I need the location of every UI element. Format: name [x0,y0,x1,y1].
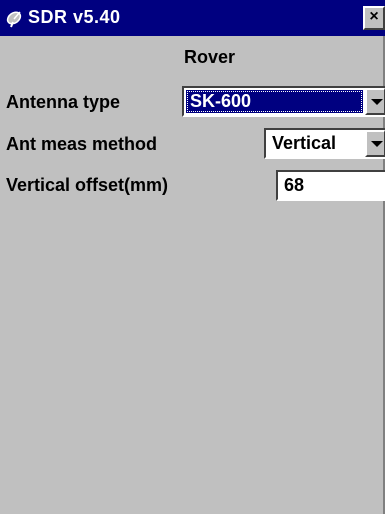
close-icon: × [369,8,379,25]
window-title: SDR v5.40 [28,7,121,27]
close-button[interactable]: × [363,6,385,30]
sdr-window: SDR v5.40 × Rover Antenna type SK-600 An… [0,0,385,514]
chevron-down-icon [371,141,383,147]
ant-meas-method-dropdown-button[interactable] [365,130,385,157]
vertical-offset-value: 68 [284,175,305,195]
ant-meas-method-select[interactable]: Vertical [264,128,385,159]
vertical-offset-input[interactable]: 68 [276,170,385,201]
chevron-down-icon [371,99,383,105]
title-bar: SDR v5.40 × [0,0,385,36]
antenna-type-dropdown-button[interactable] [365,88,385,115]
antenna-type-select[interactable]: SK-600 [182,86,385,117]
ant-meas-method-value: Vertical [272,133,337,153]
page-title: Rover [183,47,236,67]
antenna-type-label: Antenna type [6,92,121,112]
ant-meas-method-label: Ant meas method [6,134,158,154]
antenna-type-value: SK-600 [190,91,252,111]
satellite-dish-icon [6,11,22,28]
vertical-offset-label: Vertical offset(mm) [6,175,169,195]
